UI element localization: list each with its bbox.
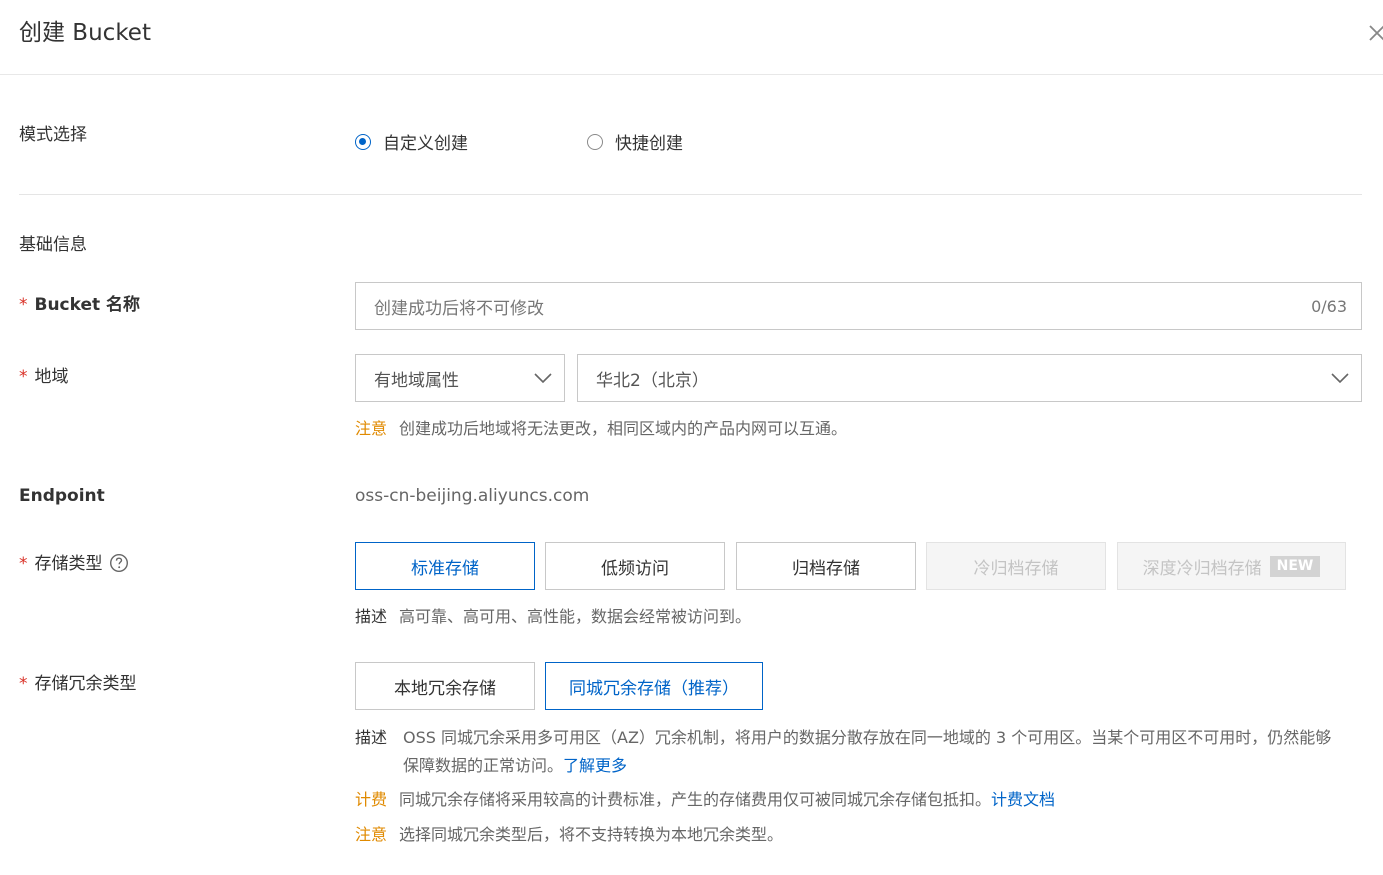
desc-key: 描述 [355,607,388,626]
header-divider [0,74,1383,75]
storage-class-standard[interactable]: 标准存储 [355,542,535,590]
new-badge: NEW [1269,555,1321,577]
section-divider [19,194,1362,195]
redundancy-zrs[interactable]: 同城冗余存储（推荐） [545,662,763,710]
region-value: 华北2（北京） [596,370,709,391]
desc-text: 高可靠、高可用、高性能，数据会经常被访问到。 [399,607,752,626]
redundancy-label: * 存储冗余类型 [19,672,137,696]
note-key: 注意 [355,419,388,438]
bucket-name-placeholder: 创建成功后将不可修改 [374,298,544,319]
required-mark: * [19,674,28,694]
radio-custom-create[interactable]: 自定义创建 [355,129,468,154]
billing-key: 计费 [355,790,388,809]
note-text: 创建成功后地域将无法更改，相同区域内的产品内网可以互通。 [399,419,848,438]
region-label-text: 地域 [34,367,69,387]
radio-unchecked-icon[interactable] [587,133,603,150]
redundancy-desc: 描述 OSS 同城冗余采用多可用区（AZ）冗余机制，将用户的数据分散存放在同一地… [355,724,1345,780]
storage-class-ia[interactable]: 低频访问 [545,542,725,590]
bucket-name-label-text: Bucket 名称 [34,295,141,315]
endpoint-value: oss-cn-beijing.aliyuncs.com [355,486,590,506]
storage-class-archive[interactable]: 归档存储 [736,542,916,590]
char-counter: 0/63 [1311,296,1347,316]
billing-doc-link[interactable]: 计费文档 [991,790,1055,809]
redundancy-note: 注意 选择同城冗余类型后，将不支持转换为本地冗余类型。 [355,823,783,847]
storage-class-desc: 描述 高可靠、高可用、高性能，数据会经常被访问到。 [355,605,751,629]
chevron-down-icon [534,373,552,384]
chevron-down-icon [1331,373,1349,384]
dialog-title: 创建 Bucket [19,20,151,46]
mode-label: 模式选择 [19,125,87,145]
storage-class-label-text: 存储类型 [34,554,103,574]
region-note: 注意 创建成功后地域将无法更改，相同区域内的产品内网可以互通。 [355,417,847,441]
section-title-basic-info: 基础信息 [19,235,87,255]
storage-class-cold-archive[interactable]: 冷归档存储 [926,542,1106,590]
bucket-name-label: * Bucket 名称 [19,293,140,317]
radio-quick-create-label: 快捷创建 [615,134,683,154]
deep-cold-archive-label: 深度冷归档存储 [1142,558,1262,579]
radio-checked-icon[interactable] [355,133,371,150]
storage-class-deep-cold-archive[interactable]: 深度冷归档存储 NEW [1117,542,1346,590]
endpoint-label: Endpoint [19,486,105,506]
note-key: 注意 [355,825,388,844]
redundancy-lrs[interactable]: 本地冗余存储 [355,662,535,710]
radio-custom-create-label: 自定义创建 [383,134,468,154]
storage-class-label: * 存储类型 [19,552,129,576]
note-text: 选择同城冗余类型后，将不支持转换为本地冗余类型。 [399,825,784,844]
redundancy-billing: 计费 同城冗余存储将采用较高的计费标准，产生的存储费用仅可被同城冗余存储包抵扣。计… [355,788,1055,812]
redundancy-label-text: 存储冗余类型 [34,674,137,694]
radio-quick-create[interactable]: 快捷创建 [587,129,683,154]
question-circle-icon[interactable] [109,553,129,573]
region-select[interactable]: 华北2（北京） [577,354,1362,402]
desc-key: 描述 [355,728,388,747]
required-mark: * [19,295,28,315]
region-label: * 地域 [19,365,69,389]
region-type-value: 有地域属性 [374,370,459,391]
close-icon[interactable] [1364,18,1383,46]
billing-text: 同城冗余存储将采用较高的计费标准，产生的存储费用仅可被同城冗余存储包抵扣。 [399,790,992,809]
required-mark: * [19,367,28,387]
learn-more-link[interactable]: 了解更多 [563,756,627,775]
desc-text: OSS 同城冗余采用多可用区（AZ）冗余机制，将用户的数据分散存放在同一地域的 … [403,728,1332,775]
bucket-name-input[interactable]: 创建成功后将不可修改 0/63 [355,282,1362,330]
required-mark: * [19,554,28,574]
region-type-select[interactable]: 有地域属性 [355,354,565,402]
